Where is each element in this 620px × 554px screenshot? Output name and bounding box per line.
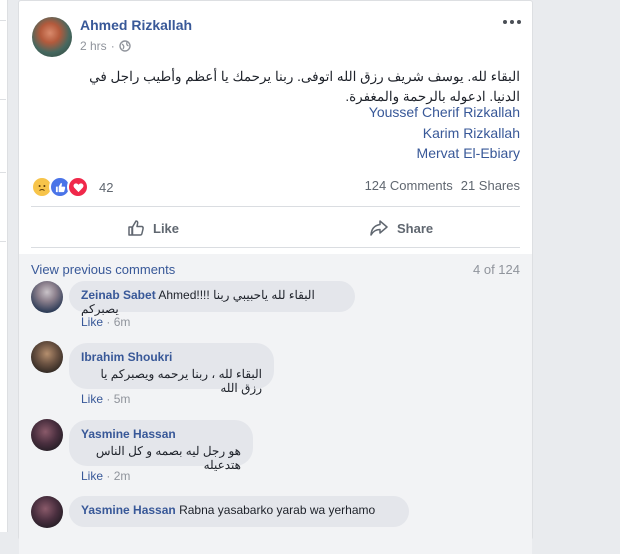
comment-meta: Like · 2m — [81, 469, 131, 483]
comment-bubble: Yasmine Hassan Rabna yasabarko yarab wa … — [69, 496, 409, 527]
comment-meta: Like · 5m — [81, 392, 131, 406]
reaction-count: 42 — [99, 179, 114, 195]
shares-count-link[interactable]: 21 Shares — [461, 178, 520, 193]
post-tag[interactable]: Youssef Cherif Rizkallah — [369, 104, 520, 120]
share-arrow-icon — [369, 219, 389, 237]
author-avatar[interactable] — [32, 17, 72, 57]
share-label: Share — [397, 220, 434, 236]
view-previous-comments-link[interactable]: View previous comments — [31, 262, 175, 277]
love-reaction-icon — [67, 176, 89, 198]
commenter-name[interactable]: Yasmine Hassan — [81, 427, 176, 441]
post-meta: 2 hrs · — [80, 39, 131, 53]
post-stats: 124 Comments 21 Shares — [365, 178, 520, 193]
comments-section: View previous comments 4 of 124 Zeinab S… — [19, 254, 532, 554]
post-card: Ahmed Rizkallah 2 hrs · البقاء لله. يوسف… — [18, 0, 533, 554]
commenter-name[interactable]: Ibrahim Shoukri — [81, 350, 172, 364]
post-timestamp[interactable]: 2 hrs — [80, 39, 107, 53]
comment-like-link[interactable]: Like — [81, 315, 103, 329]
thumbs-up-icon — [127, 219, 145, 237]
comment-bubble: Yasmine Hassan هو رجل ليه بصمه و كل النا… — [69, 420, 253, 472]
comment-text: Ahmed!!!! — [158, 288, 210, 302]
like-label: Like — [153, 220, 180, 236]
comment-text-rtl: هو رجل ليه بصمه و كل الناس هتدعيله — [95, 444, 241, 472]
comment-bubble: Zeinab Sabet Ahmed!!!! البقاء لله ياحبيب… — [69, 281, 355, 316]
globe-icon[interactable] — [118, 40, 131, 52]
commenter-name[interactable]: Yasmine Hassan — [81, 503, 176, 517]
commenter-name[interactable]: Zeinab Sabet — [81, 288, 156, 302]
comment-text: Rabna yasabarko yarab wa yerhamo — [179, 503, 376, 517]
comments-count-link[interactable]: 124 Comments — [365, 178, 453, 193]
comment-text-rtl: البقاء لله ، ربنا يرحمه ويصبركم يا رزق ا… — [100, 367, 262, 395]
post-tag[interactable]: Karim Rizkallah — [423, 125, 520, 141]
post-author-name[interactable]: Ahmed Rizkallah — [80, 17, 192, 33]
comment-time[interactable]: 2m — [114, 469, 131, 483]
more-options-icon[interactable] — [502, 15, 522, 29]
commenter-avatar[interactable] — [31, 341, 63, 373]
comment-like-link[interactable]: Like — [81, 392, 103, 406]
comment-time[interactable]: 5m — [114, 392, 131, 406]
reactions-summary[interactable]: 42 — [31, 176, 113, 198]
divider — [31, 247, 520, 248]
left-column-card — [0, 20, 6, 100]
commenter-avatar[interactable] — [31, 496, 63, 528]
divider — [31, 206, 520, 207]
comment-meta: Like · 6m — [81, 315, 131, 329]
commenter-avatar[interactable] — [31, 419, 63, 451]
post-tag[interactable]: Mervat El-Ebiary — [417, 145, 520, 161]
commenter-avatar[interactable] — [31, 281, 63, 313]
comment-count-indicator: 4 of 124 — [473, 262, 520, 277]
comment-time[interactable]: 6m — [114, 315, 131, 329]
comment-like-link[interactable]: Like — [81, 469, 103, 483]
like-button[interactable]: Like — [127, 215, 179, 241]
post-text: البقاء لله. يوسف شريف رزق الله اتوفى. رب… — [89, 69, 520, 104]
comment-bubble: Ibrahim Shoukri البقاء لله ، ربنا يرحمه … — [69, 343, 274, 395]
left-column-card — [0, 172, 6, 242]
share-button[interactable]: Share — [369, 215, 433, 241]
